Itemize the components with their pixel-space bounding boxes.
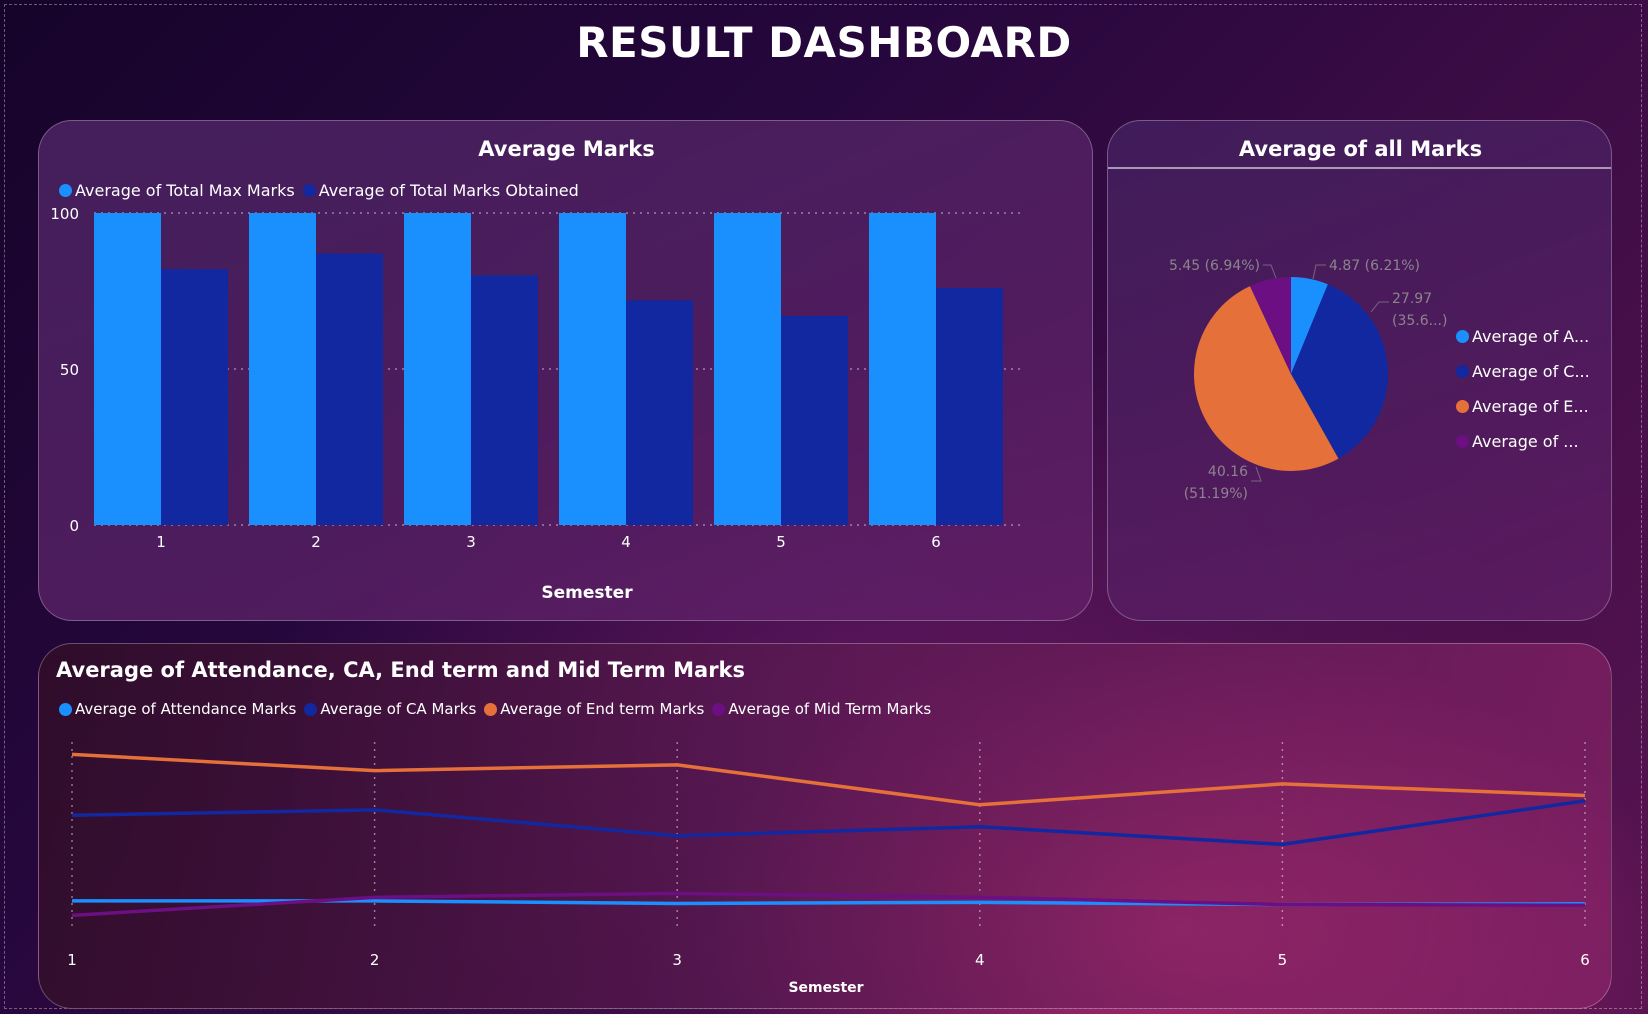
pie-legend-item[interactable]: Average of C... [1456,354,1590,389]
leader-line [1263,264,1277,279]
y-tick-label: 50 [60,361,79,379]
bar [94,213,161,525]
series-line [71,752,1586,807]
x-tick-label: 5 [1278,951,1288,969]
slice-label: 5.45 (6.94%) [1169,258,1260,274]
x-tick-label: 1 [67,951,77,969]
y-tick-label: 100 [50,205,79,223]
legend-marker [1456,330,1469,343]
bar [714,213,781,525]
bar [626,300,693,525]
x-tick-label: 2 [311,533,321,551]
pie-legend-item[interactable]: Average of A... [1456,319,1590,354]
bar [316,253,383,525]
slice-label: 40.16 [1208,464,1248,480]
legend-label: Average of E... [1472,397,1589,416]
x-tick-label: 4 [975,951,985,969]
legend-label: Average of A... [1472,327,1590,346]
bar [781,315,848,525]
x-tick-label: 6 [931,533,941,551]
legend-marker [1456,435,1469,448]
bar [869,213,936,525]
legend-label: Average of ... [1472,432,1579,451]
pie-legend-item[interactable]: Average of ... [1456,424,1590,459]
x-tick-label: 6 [1580,951,1590,969]
legend-marker [1456,365,1469,378]
x-tick-label: 4 [621,533,631,551]
slice-label: 27.97 [1392,291,1432,307]
bar [471,275,538,525]
bar [161,269,228,525]
x-tick-label: 3 [672,951,682,969]
y-tick-label: 0 [69,517,79,535]
x-tick-label: 5 [776,533,786,551]
x-axis-title: Semester [788,980,863,996]
legend-marker [1456,400,1469,413]
average-marks-bar-chart[interactable]: Semester 0 50 100 1 2 3 4 5 6 [39,121,1093,621]
bar [404,213,471,525]
line-chart[interactable]: Semester 1 2 3 4 5 6 [39,644,1612,1009]
bar [249,213,316,525]
leader-line [1312,264,1326,280]
average-all-marks-card[interactable]: Average of all Marks 4.87 (6.21%) 5.45 (6… [1107,120,1612,621]
pie-legend: Average of A... Average of C... Average … [1456,319,1590,459]
pie-legend-item[interactable]: Average of E... [1456,389,1590,424]
series-line [71,799,1586,847]
bar [936,287,1003,525]
slice-label: 4.87 (6.21%) [1329,258,1420,274]
slice-label: (51.19%) [1184,486,1248,502]
attendance-ca-endterm-midterm-card[interactable]: Average of Attendance, CA, End term and … [38,643,1612,1009]
slice-label: (35.6...) [1392,313,1447,329]
leader-line [1251,466,1262,482]
x-tick-label: 3 [466,533,476,551]
bar [559,213,626,525]
leader-line [1370,301,1389,313]
x-tick-label: 2 [370,951,380,969]
x-tick-label: 1 [156,533,166,551]
x-axis-title: Semester [541,583,633,603]
legend-label: Average of C... [1472,362,1590,381]
average-marks-card[interactable]: Average Marks Average of Total Max Marks… [38,120,1093,621]
dashboard-title: RESULT DASHBOARD [576,18,1072,67]
